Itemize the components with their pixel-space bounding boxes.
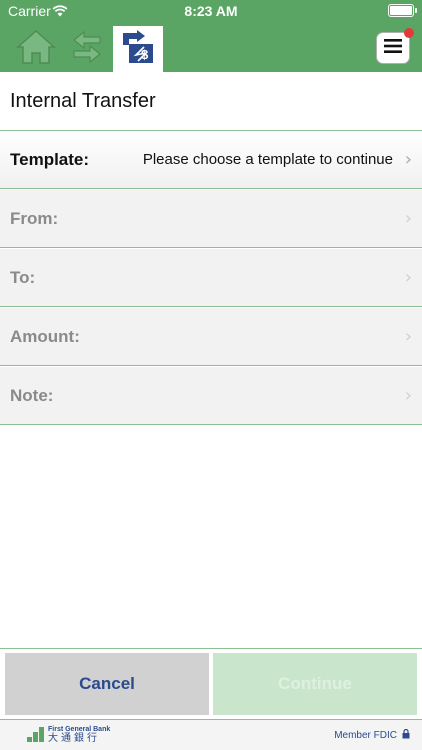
logo-mark-icon [27,727,44,743]
template-label: Template: [10,149,90,169]
to-row[interactable]: To: › [0,249,422,307]
chevron-right-icon: › [404,208,412,229]
page-title: Internal Transfer [10,89,156,112]
bank-name-zh: 大通銀行 [48,733,100,744]
cancel-button[interactable]: Cancel [5,653,209,715]
svg-text:$: $ [141,47,149,62]
from-row[interactable]: From: › [0,190,422,248]
chevron-right-icon: › [404,149,412,170]
divider [0,648,422,649]
chevron-right-icon: › [404,385,412,406]
lock-icon [402,728,410,742]
battery-icon [388,4,417,17]
nav-home-button[interactable] [11,26,61,72]
footer: First General Bank 大通銀行 Member FDIC [0,719,422,750]
member-fdic: Member FDIC [334,728,410,742]
nav-internal-transfer-button[interactable]: $ [113,26,163,72]
from-label: From: [10,208,59,228]
swap-arrows-icon [70,29,104,70]
continue-button[interactable]: Continue [213,653,417,715]
bank-logo: First General Bank 大通銀行 [27,726,110,744]
dollar-transfer-icon: $ [120,29,156,70]
bank-name-en: First General Bank [48,726,111,733]
member-fdic-label: Member FDIC [334,730,397,741]
nav-transfers-button[interactable] [62,26,112,72]
chevron-right-icon: › [404,267,412,288]
template-row[interactable]: Template: Please choose a template to co… [0,131,422,189]
notification-badge [404,28,414,38]
note-label: Note: [10,385,54,405]
hamburger-menu-icon [384,38,402,58]
menu-button[interactable] [376,28,414,64]
to-label: To: [10,267,36,287]
status-bar: Carrier 8:23 AM [0,0,422,22]
amount-row[interactable]: Amount: › [0,308,422,366]
home-icon [16,29,56,70]
amount-label: Amount: [10,326,80,346]
status-time: 8:23 AM [184,3,238,19]
template-value: Please choose a template to continue [142,151,393,168]
app-header: Carrier 8:23 AM $ [0,0,422,72]
chevron-right-icon: › [404,326,412,347]
note-row[interactable]: Note: › [0,367,422,425]
